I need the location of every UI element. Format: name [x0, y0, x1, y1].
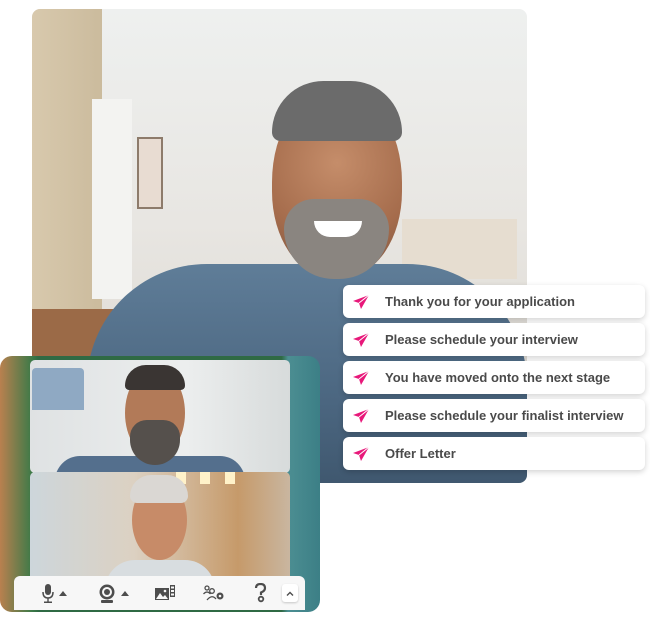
- paper-plane-icon: [353, 446, 370, 461]
- paper-plane-icon: [353, 408, 370, 423]
- message-label: You have moved onto the next stage: [385, 370, 611, 385]
- participants-settings-button[interactable]: [203, 585, 225, 601]
- video-tile-participant-2[interactable]: [30, 472, 290, 590]
- webcam-icon: [99, 584, 115, 603]
- background-button[interactable]: [155, 585, 175, 601]
- paper-plane-icon: [353, 294, 370, 309]
- participants-settings-icon: [203, 585, 224, 601]
- message-label: Please schedule your finalist interview: [385, 408, 624, 423]
- person-hair: [272, 81, 402, 141]
- microphone-button[interactable]: [42, 584, 67, 603]
- background-image-icon: [155, 585, 175, 600]
- message-item[interactable]: Please schedule your interview: [343, 323, 645, 356]
- participant-hair: [130, 475, 188, 503]
- video-call-window: [0, 356, 320, 612]
- collapse-toolbar-button[interactable]: [282, 584, 298, 602]
- paper-plane-icon: [353, 370, 370, 385]
- message-label: Please schedule your interview: [385, 332, 578, 347]
- chevron-up-icon: [286, 591, 294, 596]
- video-tile-participant-1[interactable]: [30, 360, 290, 473]
- lamp: [32, 368, 84, 410]
- message-item[interactable]: Thank you for your application: [343, 285, 645, 318]
- message-label: Offer Letter: [385, 446, 456, 461]
- message-item[interactable]: Offer Letter: [343, 437, 645, 470]
- chevron-up-icon[interactable]: [121, 591, 129, 596]
- chevron-up-icon[interactable]: [59, 591, 67, 596]
- paper-plane-icon: [353, 332, 370, 347]
- message-item[interactable]: Please schedule your finalist interview: [343, 399, 645, 432]
- ceiling-light: [225, 472, 235, 484]
- call-toolbar: [14, 576, 305, 610]
- message-label: Thank you for your application: [385, 294, 575, 309]
- help-icon: [254, 583, 267, 603]
- picture-frame: [137, 137, 163, 209]
- help-button[interactable]: [254, 583, 267, 603]
- door: [92, 99, 132, 299]
- participant-hair: [125, 365, 185, 390]
- camera-button[interactable]: [98, 584, 129, 603]
- message-template-list: Thank you for your application Please sc…: [343, 285, 645, 475]
- ceiling-light: [200, 472, 210, 484]
- microphone-icon: [42, 584, 54, 603]
- message-item[interactable]: You have moved onto the next stage: [343, 361, 645, 394]
